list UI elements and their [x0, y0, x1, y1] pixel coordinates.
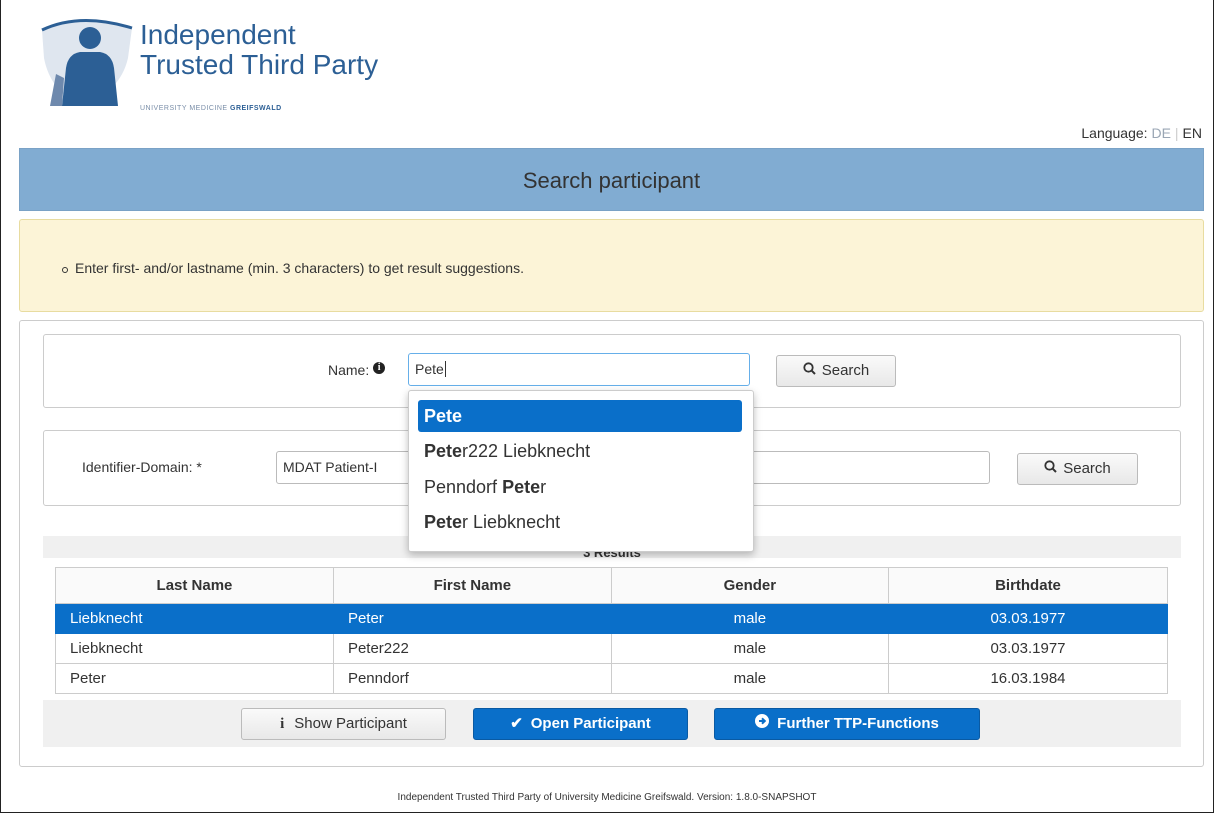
suggestion-item[interactable]: Pete: [418, 400, 742, 432]
suggestion-prefix: Penndorf: [424, 477, 503, 497]
show-participant-label: Show Participant: [294, 715, 407, 732]
suggestion-match: Pete: [502, 477, 541, 497]
info-icon[interactable]: i: [373, 362, 386, 374]
suggestion-match: Pete: [424, 441, 463, 461]
cell-gender: male: [610, 603, 889, 634]
footer-text: Independent Trusted Third Party of Unive…: [397, 792, 817, 803]
ttp-logo: Independent Trusted Third Party UNIVERSI…: [40, 18, 440, 118]
name-input-value: Pete: [415, 361, 444, 377]
suggestion-match: Pete: [424, 406, 463, 426]
table-row[interactable]: Liebknecht Peter male 03.03.1977: [55, 603, 1169, 634]
results-table: Last Name First Name Gender Birthdate Li…: [55, 567, 1169, 694]
further-ttp-functions-button[interactable]: Further TTP-Functions: [714, 708, 980, 740]
suggestion-rest: r222 Liebknecht: [462, 441, 591, 461]
info-icon: i: [280, 716, 285, 732]
language-label: Language:: [1081, 125, 1148, 141]
open-participant-label: Open Participant: [530, 715, 651, 732]
name-search-input[interactable]: Pete: [408, 353, 750, 386]
logo-subtitle: UNIVERSITY MEDICINE GREIFSWALD: [140, 105, 282, 112]
col-gender[interactable]: Gender: [610, 567, 889, 604]
open-participant-button[interactable]: ✔ Open Participant: [473, 708, 688, 740]
suggestion-rest: r Liebknecht: [462, 512, 561, 532]
info-message: Enter first- and/or lastname (min. 3 cha…: [19, 219, 1204, 312]
col-first-name[interactable]: First Name: [332, 567, 612, 604]
cell-birthdate: 03.03.1977: [887, 633, 1169, 664]
search-icon: [803, 356, 816, 386]
language-separator: |: [1174, 125, 1179, 141]
arrow-circle-right-icon: [755, 709, 770, 739]
cell-last-name: Liebknecht: [55, 603, 334, 634]
identifier-search-button-label: Search: [1063, 460, 1111, 477]
table-row[interactable]: Liebknecht Peter222 male 03.03.1977: [55, 633, 1169, 664]
col-last-name[interactable]: Last Name: [55, 567, 334, 604]
language-switcher: Language: DE | EN: [1081, 125, 1202, 141]
shield-person-icon: [41, 19, 133, 106]
results-header-row: Last Name First Name Gender Birthdate: [55, 567, 1169, 604]
name-label-text: Name:: [328, 362, 370, 378]
search-icon: [1044, 454, 1057, 484]
cell-last-name: Peter: [55, 663, 334, 694]
logo-sub-a: UNIVERSITY MEDICINE: [140, 105, 230, 112]
text-cursor: [444, 361, 446, 377]
suggestion-item[interactable]: Penndorf Peter: [418, 471, 742, 503]
col-birthdate[interactable]: Birthdate: [887, 567, 1169, 604]
logo-title: Independent Trusted Third Party: [140, 20, 378, 80]
logo-sub-b: GREIFSWALD: [230, 105, 282, 112]
cell-birthdate: 03.03.1977: [887, 603, 1169, 634]
language-de-link[interactable]: DE: [1151, 125, 1170, 141]
cell-gender: male: [610, 633, 889, 664]
suggestion-match: Pete: [424, 512, 463, 532]
cell-first-name: Penndorf: [332, 663, 612, 694]
cell-birthdate: 16.03.1984: [887, 663, 1169, 694]
language-en-link[interactable]: EN: [1183, 125, 1202, 141]
check-icon: ✔: [510, 715, 523, 732]
logo-line1: Independent: [140, 19, 296, 50]
name-label: Name: i: [328, 362, 386, 378]
identifier-domain-value: MDAT Patient-I: [283, 459, 378, 475]
name-search-button-label: Search: [821, 362, 870, 379]
table-row[interactable]: Peter Penndorf male 16.03.1984: [55, 663, 1169, 694]
show-participant-button[interactable]: i Show Participant: [241, 708, 446, 740]
suggestion-item[interactable]: Peter Liebknecht: [418, 506, 742, 538]
cell-first-name: Peter: [332, 603, 612, 634]
cell-first-name: Peter222: [332, 633, 612, 664]
identifier-value-input[interactable]: [740, 451, 990, 484]
name-search-button[interactable]: Search: [776, 355, 896, 387]
identifier-search-button[interactable]: Search: [1017, 453, 1138, 485]
further-ttp-functions-label: Further TTP-Functions: [777, 715, 939, 732]
identifier-domain-label: Identifier-Domain: *: [82, 459, 202, 475]
logo-line2: Trusted Third Party: [140, 49, 379, 80]
page-title: Search participant: [19, 148, 1204, 211]
autocomplete-dropdown: Pete Peter222 Liebknecht Penndorf Peter …: [408, 390, 754, 552]
info-text: Enter first- and/or lastname (min. 3 cha…: [62, 260, 524, 276]
cell-gender: male: [610, 663, 889, 694]
suggestion-rest: r: [540, 477, 547, 497]
suggestion-item[interactable]: Peter222 Liebknecht: [418, 435, 742, 467]
cell-last-name: Liebknecht: [55, 633, 334, 664]
